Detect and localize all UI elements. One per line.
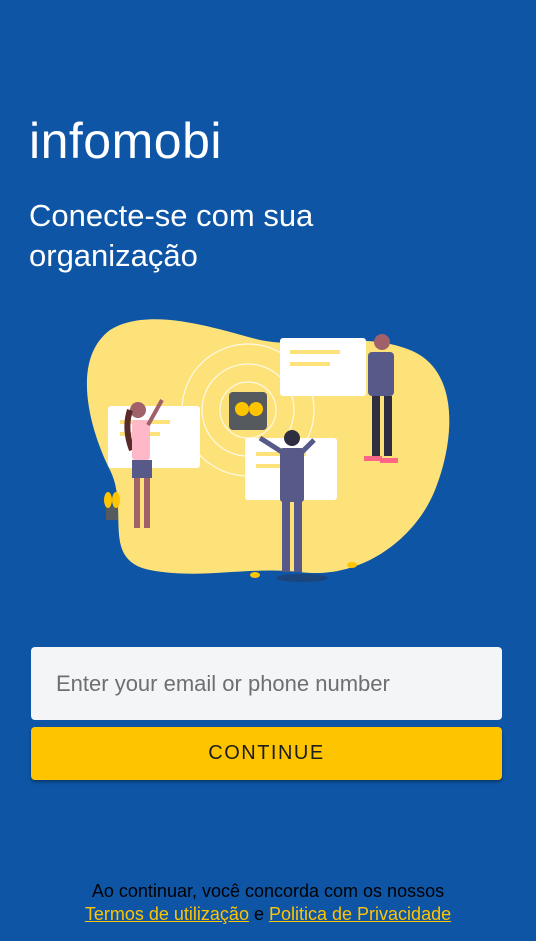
conjunction-text: e [253,904,264,924]
page-title: Conecte-se com sua organização [29,198,314,273]
continue-button[interactable]: CONTINUE [31,727,502,780]
consent-text: Ao continuar, você concorda com os nosso… [91,881,445,901]
legal-links-row: Termos de utilização e Politica de Priva… [0,903,536,926]
privacy-policy-link[interactable]: Politica de Privacidade [269,904,451,924]
terms-notice: Ao continuar, você concorda com os nosso… [0,880,536,926]
connect-illustration [86,319,450,582]
terms-link[interactable]: Termos de utilização [85,904,249,924]
email-phone-field-container [31,647,502,720]
app-logo-text: infomobi [29,113,222,169]
email-phone-input[interactable] [31,647,502,720]
